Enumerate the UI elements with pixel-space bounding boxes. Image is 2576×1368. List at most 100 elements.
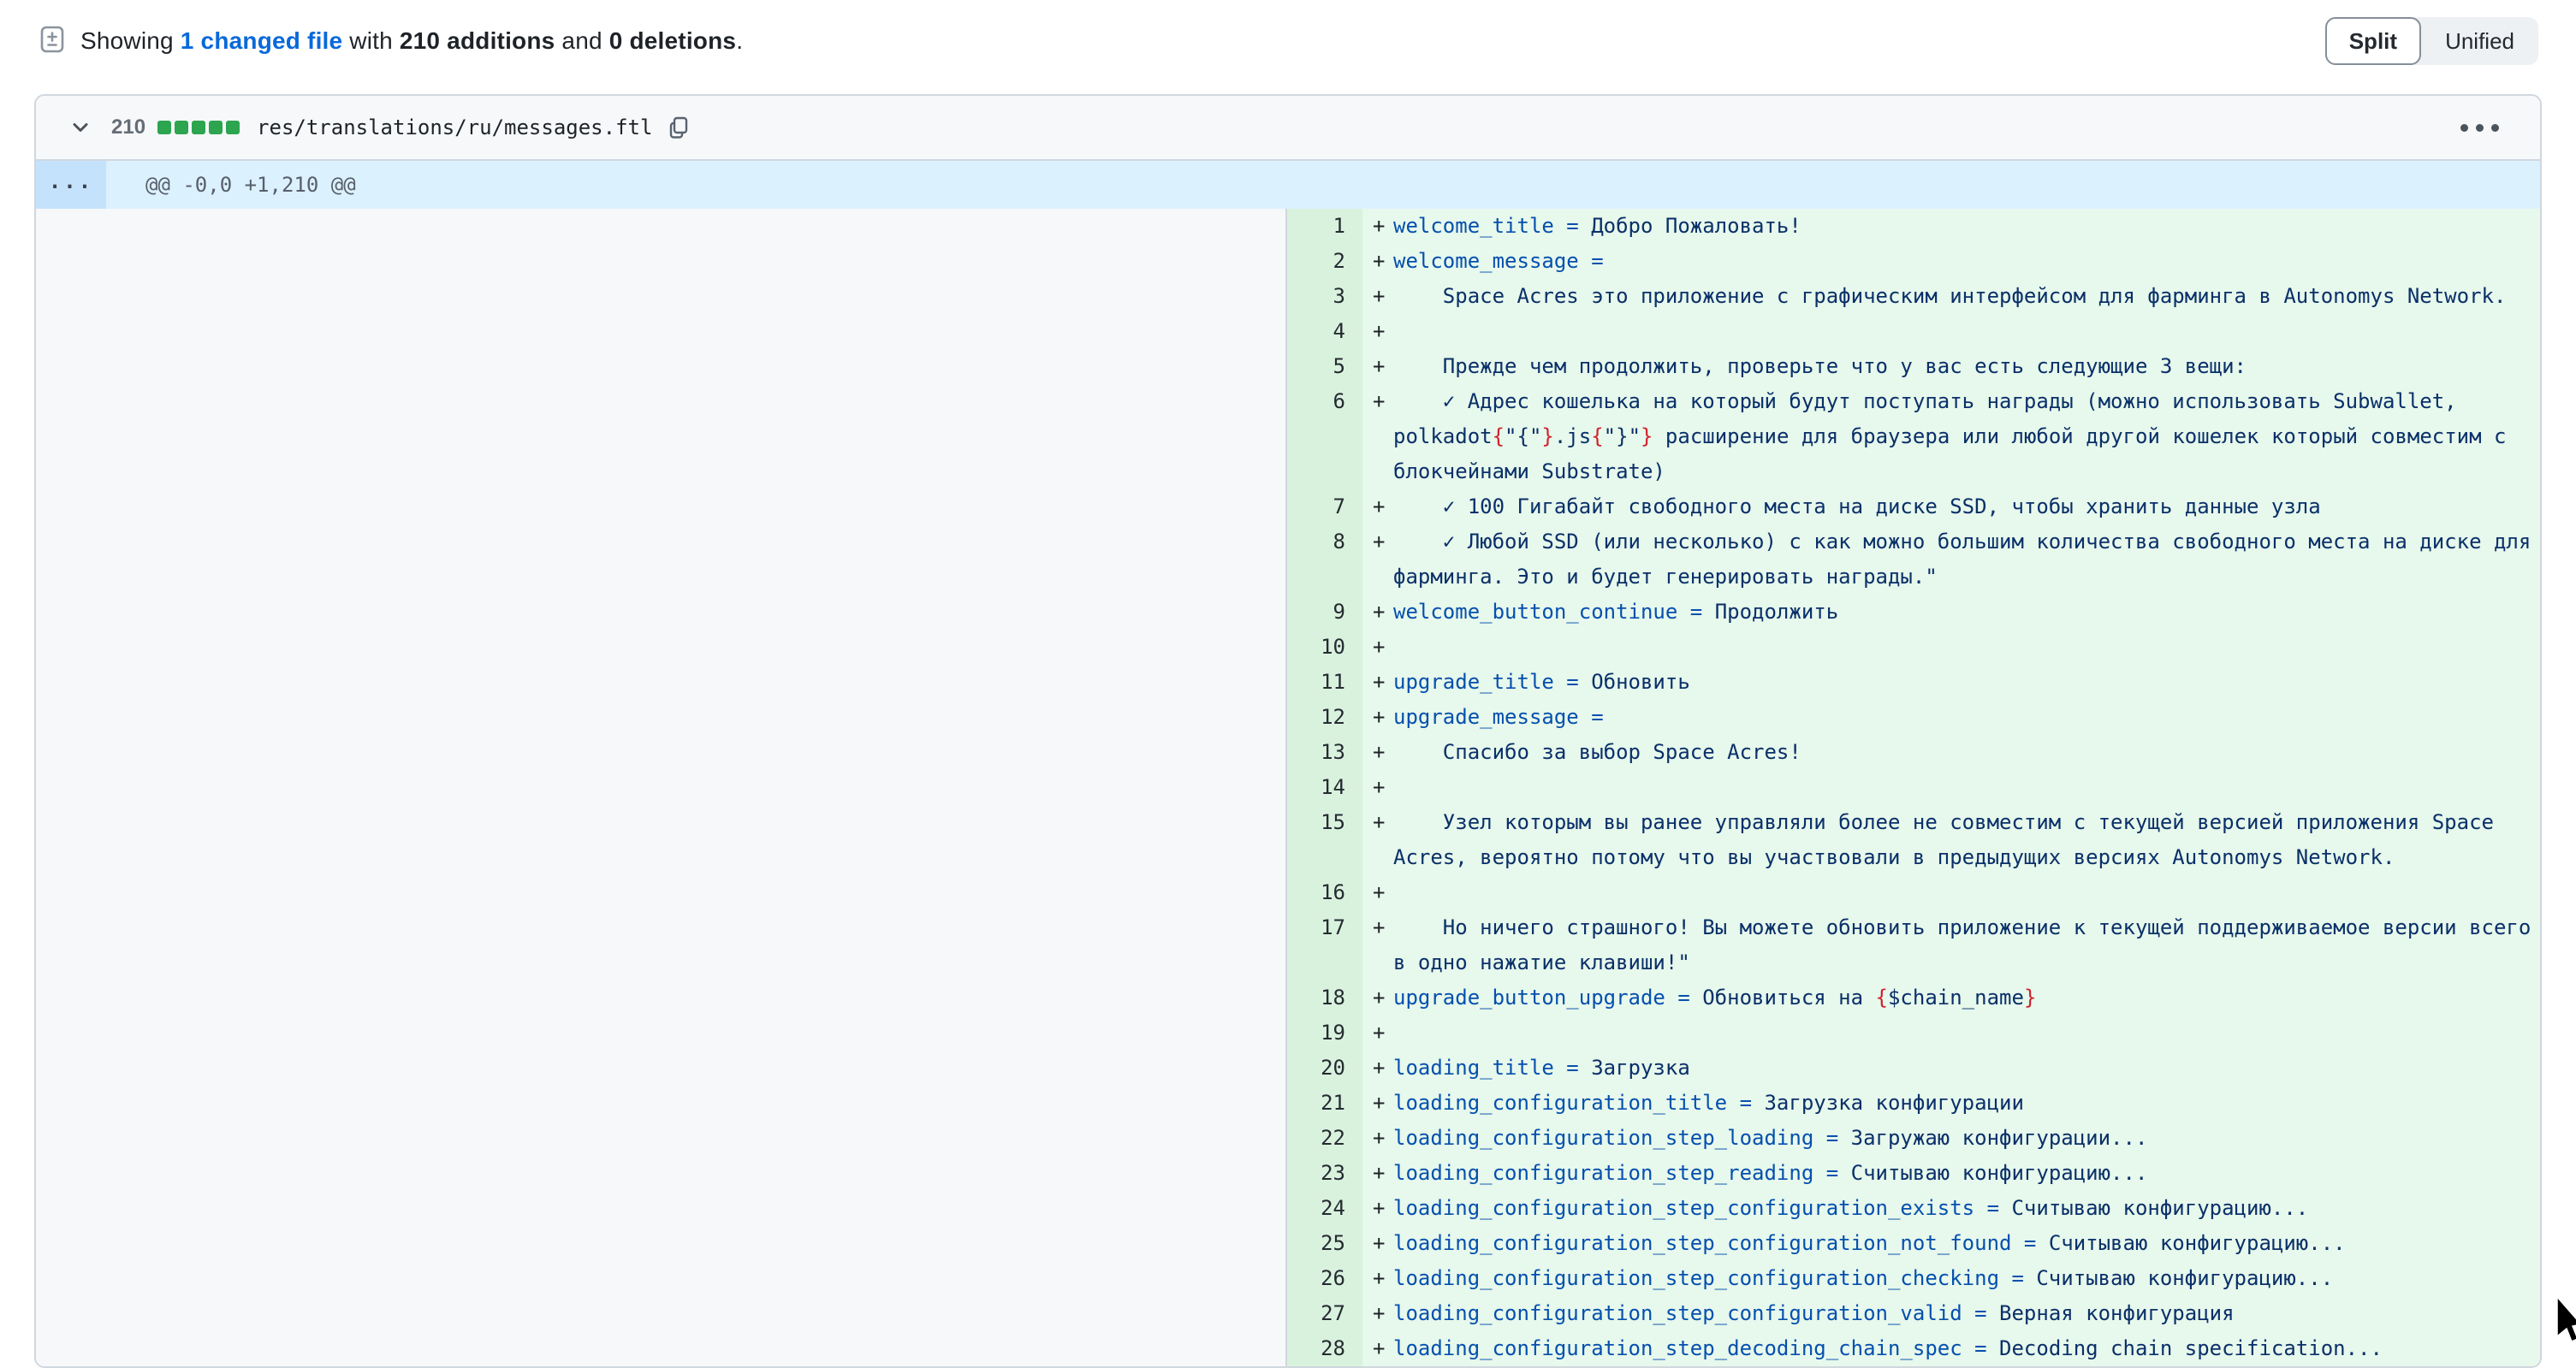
addition-marker: +: [1373, 805, 1385, 840]
addition-marker: +: [1373, 524, 1385, 560]
code-text: upgrade_title = Обновить: [1393, 670, 1690, 694]
line-number[interactable]: 28: [1287, 1331, 1362, 1366]
chevron-down-icon[interactable]: [68, 115, 92, 139]
line-number[interactable]: 23: [1287, 1156, 1362, 1191]
line-number[interactable]: 21: [1287, 1086, 1362, 1121]
split-view-button[interactable]: Split: [2325, 17, 2421, 65]
changed-files-link[interactable]: 1 changed file: [181, 27, 343, 54]
line-number[interactable]: 11: [1287, 665, 1362, 700]
diff-row: 8+ ✓ Любой SSD (или несколько) с как мож…: [1287, 524, 2540, 595]
code-text: Но ничего страшного! Вы можете обновить …: [1393, 915, 2542, 974]
line-content: + welcome_title = Добро Пожаловать!: [1362, 209, 2540, 244]
addition-marker: +: [1373, 244, 1385, 279]
line-content: +loading_configuration_step_configuratio…: [1362, 1261, 2540, 1296]
line-number[interactable]: 3: [1287, 279, 1362, 314]
line-content: + Но ничего страшного! Вы можете обновит…: [1362, 910, 2540, 980]
diff-row: 3 + Space Acres это приложение с графичес…: [1287, 279, 2540, 314]
code-text: welcome_title = Добро Пожаловать!: [1393, 214, 1801, 238]
line-number[interactable]: 1: [1287, 209, 1362, 244]
line-number[interactable]: 14: [1287, 770, 1362, 805]
addition-marker: +: [1373, 1296, 1385, 1331]
addition-marker: +: [1373, 700, 1385, 735]
addition-marker: +: [1373, 735, 1385, 770]
line-content: +loading_title = Загрузка: [1362, 1051, 2540, 1086]
diff-row: 1 + welcome_title = Добро Пожаловать!: [1287, 209, 2540, 244]
addition-marker: +: [1373, 279, 1385, 314]
line-number[interactable]: 9: [1287, 595, 1362, 630]
diff-row: 14+: [1287, 770, 2540, 805]
line-content: +loading_configuration_step_configuratio…: [1362, 1226, 2540, 1261]
diff-view-toggle: Split Unified: [2325, 17, 2538, 65]
line-number[interactable]: 8: [1287, 524, 1362, 595]
line-content: +: [1362, 875, 2540, 910]
line-number[interactable]: 6: [1287, 384, 1362, 489]
line-number[interactable]: 10: [1287, 630, 1362, 665]
addition-marker: +: [1373, 1261, 1385, 1296]
line-number[interactable]: 24: [1287, 1191, 1362, 1226]
line-number[interactable]: 5: [1287, 349, 1362, 384]
split-diff-body: 1 + welcome_title = Добро Пожаловать! 2 + wel…: [36, 209, 2540, 1366]
copy-path-button[interactable]: [666, 115, 691, 140]
diff-row: 5+ Прежде чем продолжить, проверьте что …: [1287, 349, 2540, 384]
line-number[interactable]: 20: [1287, 1051, 1362, 1086]
line-number[interactable]: 27: [1287, 1296, 1362, 1331]
code-text: upgrade_message =: [1393, 705, 1604, 729]
code-text: welcome_button_continue = Продолжить: [1393, 600, 1838, 624]
addition-marker: +: [1373, 875, 1385, 910]
addition-marker: +: [1373, 1051, 1385, 1086]
line-number[interactable]: 13: [1287, 735, 1362, 770]
line-content: +loading_configuration_step_loading = За…: [1362, 1121, 2540, 1156]
file-diff-card: 210 res/translations/ru/messages.ftl ...…: [34, 94, 2542, 1368]
code-text: loading_configuration_step_configuration…: [1393, 1231, 2346, 1255]
diff-row: 11+upgrade_title = Обновить: [1287, 665, 2540, 700]
code-text: upgrade_button_upgrade = Обновиться на {…: [1393, 986, 2036, 1010]
code-text: loading_configuration_step_reading = Счи…: [1393, 1161, 2147, 1185]
diffstat-addition-block: [192, 121, 205, 134]
diff-row: 13+ Спасибо за выбор Space Acres!: [1287, 735, 2540, 770]
line-content: + upgrade_message =: [1362, 700, 2540, 735]
diffstat-addition-block: [157, 121, 171, 134]
addition-marker: +: [1373, 1331, 1385, 1366]
addition-marker: +: [1373, 489, 1385, 524]
line-number[interactable]: 22: [1287, 1121, 1362, 1156]
line-number[interactable]: 25: [1287, 1226, 1362, 1261]
line-number[interactable]: 19: [1287, 1016, 1362, 1051]
diff-row: 25+loading_configuration_step_configurat…: [1287, 1226, 2540, 1261]
diff-row: 22+loading_configuration_step_loading = …: [1287, 1121, 2540, 1156]
line-content: + Прежде чем продолжить, проверьте что у…: [1362, 349, 2540, 384]
diff-row: 28+loading_configuration_step_decoding_c…: [1287, 1331, 2540, 1366]
diff-row: 16 +: [1287, 875, 2540, 910]
code-text: ✓ Любой SSD (или несколько) с как можно …: [1393, 530, 2542, 589]
line-number[interactable]: 17: [1287, 910, 1362, 980]
diff-row: 26+loading_configuration_step_configurat…: [1287, 1261, 2540, 1296]
line-number[interactable]: 12: [1287, 700, 1362, 735]
addition-marker: +: [1373, 1156, 1385, 1191]
code-text: welcome_message =: [1393, 249, 1604, 273]
line-number[interactable]: 16: [1287, 875, 1362, 910]
unified-view-button[interactable]: Unified: [2421, 17, 2538, 65]
addition-marker: +: [1373, 209, 1385, 244]
file-header: 210 res/translations/ru/messages.ftl: [36, 96, 2540, 161]
file-options-kebab-icon[interactable]: [2452, 115, 2508, 140]
line-content: +: [1362, 630, 2540, 665]
diff-row: 17+ Но ничего страшного! Вы можете обнов…: [1287, 910, 2540, 980]
addition-marker: +: [1373, 1016, 1385, 1051]
line-number[interactable]: 26: [1287, 1261, 1362, 1296]
empty-left-pane: [36, 209, 1287, 1366]
line-number[interactable]: 4: [1287, 314, 1362, 349]
line-content: + welcome_message =: [1362, 244, 2540, 279]
diffstat-count: 210: [111, 115, 145, 139]
line-number[interactable]: 18: [1287, 980, 1362, 1016]
addition-marker: +: [1373, 1121, 1385, 1156]
code-text: Space Acres это приложение с графическим…: [1393, 284, 2506, 308]
line-number[interactable]: 2: [1287, 244, 1362, 279]
code-text: ✓ 100 Гигабайт свободного места на диске…: [1393, 494, 2321, 518]
line-number[interactable]: 15: [1287, 805, 1362, 875]
line-number[interactable]: 7: [1287, 489, 1362, 524]
line-content: + ✓ Любой SSD (или несколько) с как можн…: [1362, 524, 2540, 595]
expand-hunk-button[interactable]: ...: [36, 161, 106, 209]
summary-mid2: and: [555, 27, 608, 54]
file-diff-icon: [38, 25, 67, 58]
summary-suffix: .: [736, 27, 743, 54]
diff-row: 24+loading_configuration_step_configurat…: [1287, 1191, 2540, 1226]
